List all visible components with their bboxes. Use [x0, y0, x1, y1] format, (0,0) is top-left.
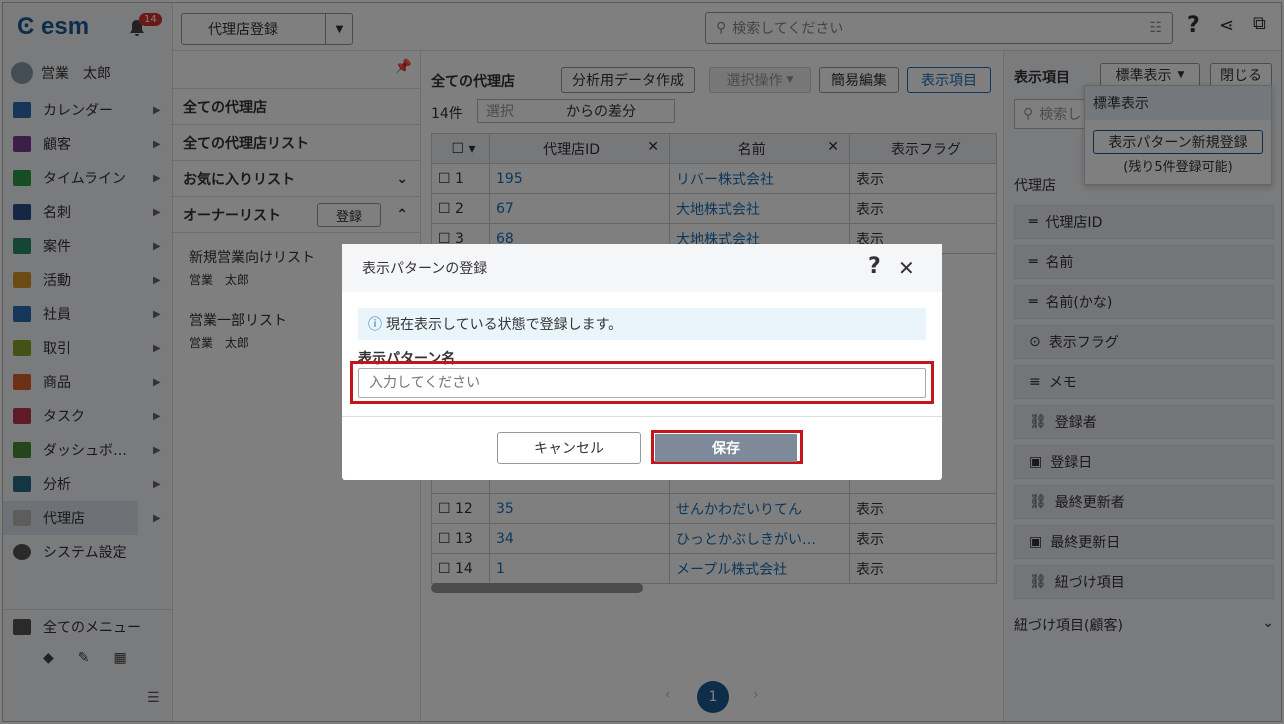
register-pattern-dialog: 表示パターンの登録 ? ✕ ⓘ 現在表示している状態で登録します。 表示パターン… [342, 244, 942, 480]
info-banner: ⓘ 現在表示している状態で登録します。 [358, 308, 926, 340]
close-icon[interactable]: ✕ [898, 256, 915, 280]
pattern-name-input[interactable] [358, 368, 926, 398]
button-label: キャンセル [534, 441, 604, 457]
cancel-button[interactable]: キャンセル [497, 432, 641, 464]
help-icon[interactable]: ? [868, 254, 881, 279]
button-label: 保存 [712, 441, 740, 457]
dialog-divider [342, 416, 942, 417]
info-icon: ⓘ [368, 317, 382, 333]
dialog-header: 表示パターンの登録 ? ✕ [342, 244, 942, 292]
info-text: 現在表示している状態で登録します。 [386, 317, 623, 333]
save-button[interactable]: 保存 [655, 434, 797, 462]
dialog-title: 表示パターンの登録 [362, 261, 488, 277]
